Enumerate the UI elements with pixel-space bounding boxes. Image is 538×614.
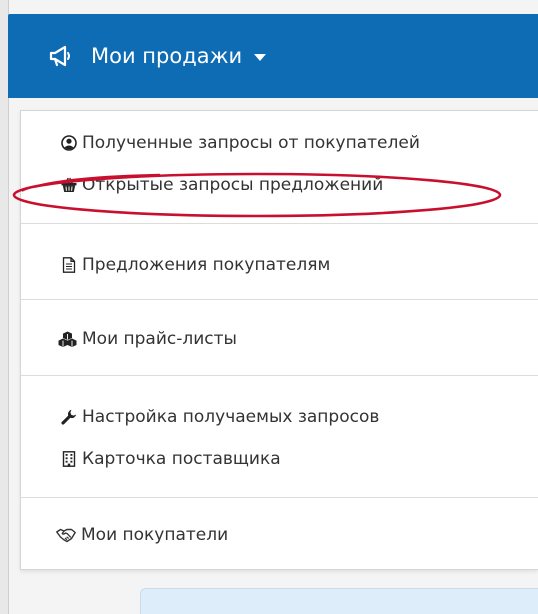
my-sales-dropdown-toggle[interactable]: Мои продажи <box>49 44 267 68</box>
menu-item-received-requests[interactable]: Полученные запросы от покупателей <box>61 133 420 153</box>
document-icon <box>61 257 77 273</box>
user-circle-icon <box>61 135 77 151</box>
menu-item-open-rfq[interactable]: Открытые запросы предложений <box>61 175 383 195</box>
megaphone-icon <box>49 45 73 67</box>
menu-divider <box>21 299 538 300</box>
menu-item-label: Полученные запросы от покупателей <box>82 133 420 153</box>
wrench-icon <box>61 409 77 425</box>
menu-item-incoming-requests-settings[interactable]: Настройка получаемых запросов <box>61 407 379 427</box>
basket-icon <box>61 177 77 193</box>
menu-item-offers-to-buyers[interactable]: Предложения покупателям <box>61 255 330 275</box>
menu-divider <box>21 375 538 376</box>
menu-divider <box>21 223 538 224</box>
menu-item-price-lists[interactable]: Мои прайс-листы <box>58 329 237 349</box>
menu-item-label: Мои прайс-листы <box>82 329 237 349</box>
caret-down-icon <box>254 53 267 61</box>
background-panel <box>140 588 538 614</box>
menu-item-label: Настройка получаемых запросов <box>82 407 380 427</box>
menu-item-supplier-card[interactable]: Карточка поставщика <box>61 449 281 469</box>
building-icon <box>61 451 77 467</box>
menu-item-my-buyers[interactable]: Мои покупатели <box>56 525 228 545</box>
menu-item-label: Открытые запросы предложений <box>82 175 384 195</box>
sales-dropdown-menu: Полученные запросы от покупателей Открыт… <box>20 110 538 570</box>
menu-item-label: Мои покупатели <box>81 525 229 545</box>
navbar: Мои продажи <box>8 14 538 98</box>
cubes-icon <box>58 331 77 347</box>
menu-divider <box>21 497 538 498</box>
handshake-icon <box>56 527 76 543</box>
menu-item-label: Карточка поставщика <box>82 449 281 469</box>
nav-title: Мои продажи <box>91 44 243 68</box>
page: Мои продажи Полученные запросы от покупа… <box>0 0 538 614</box>
menu-item-label: Предложения покупателям <box>82 255 331 275</box>
